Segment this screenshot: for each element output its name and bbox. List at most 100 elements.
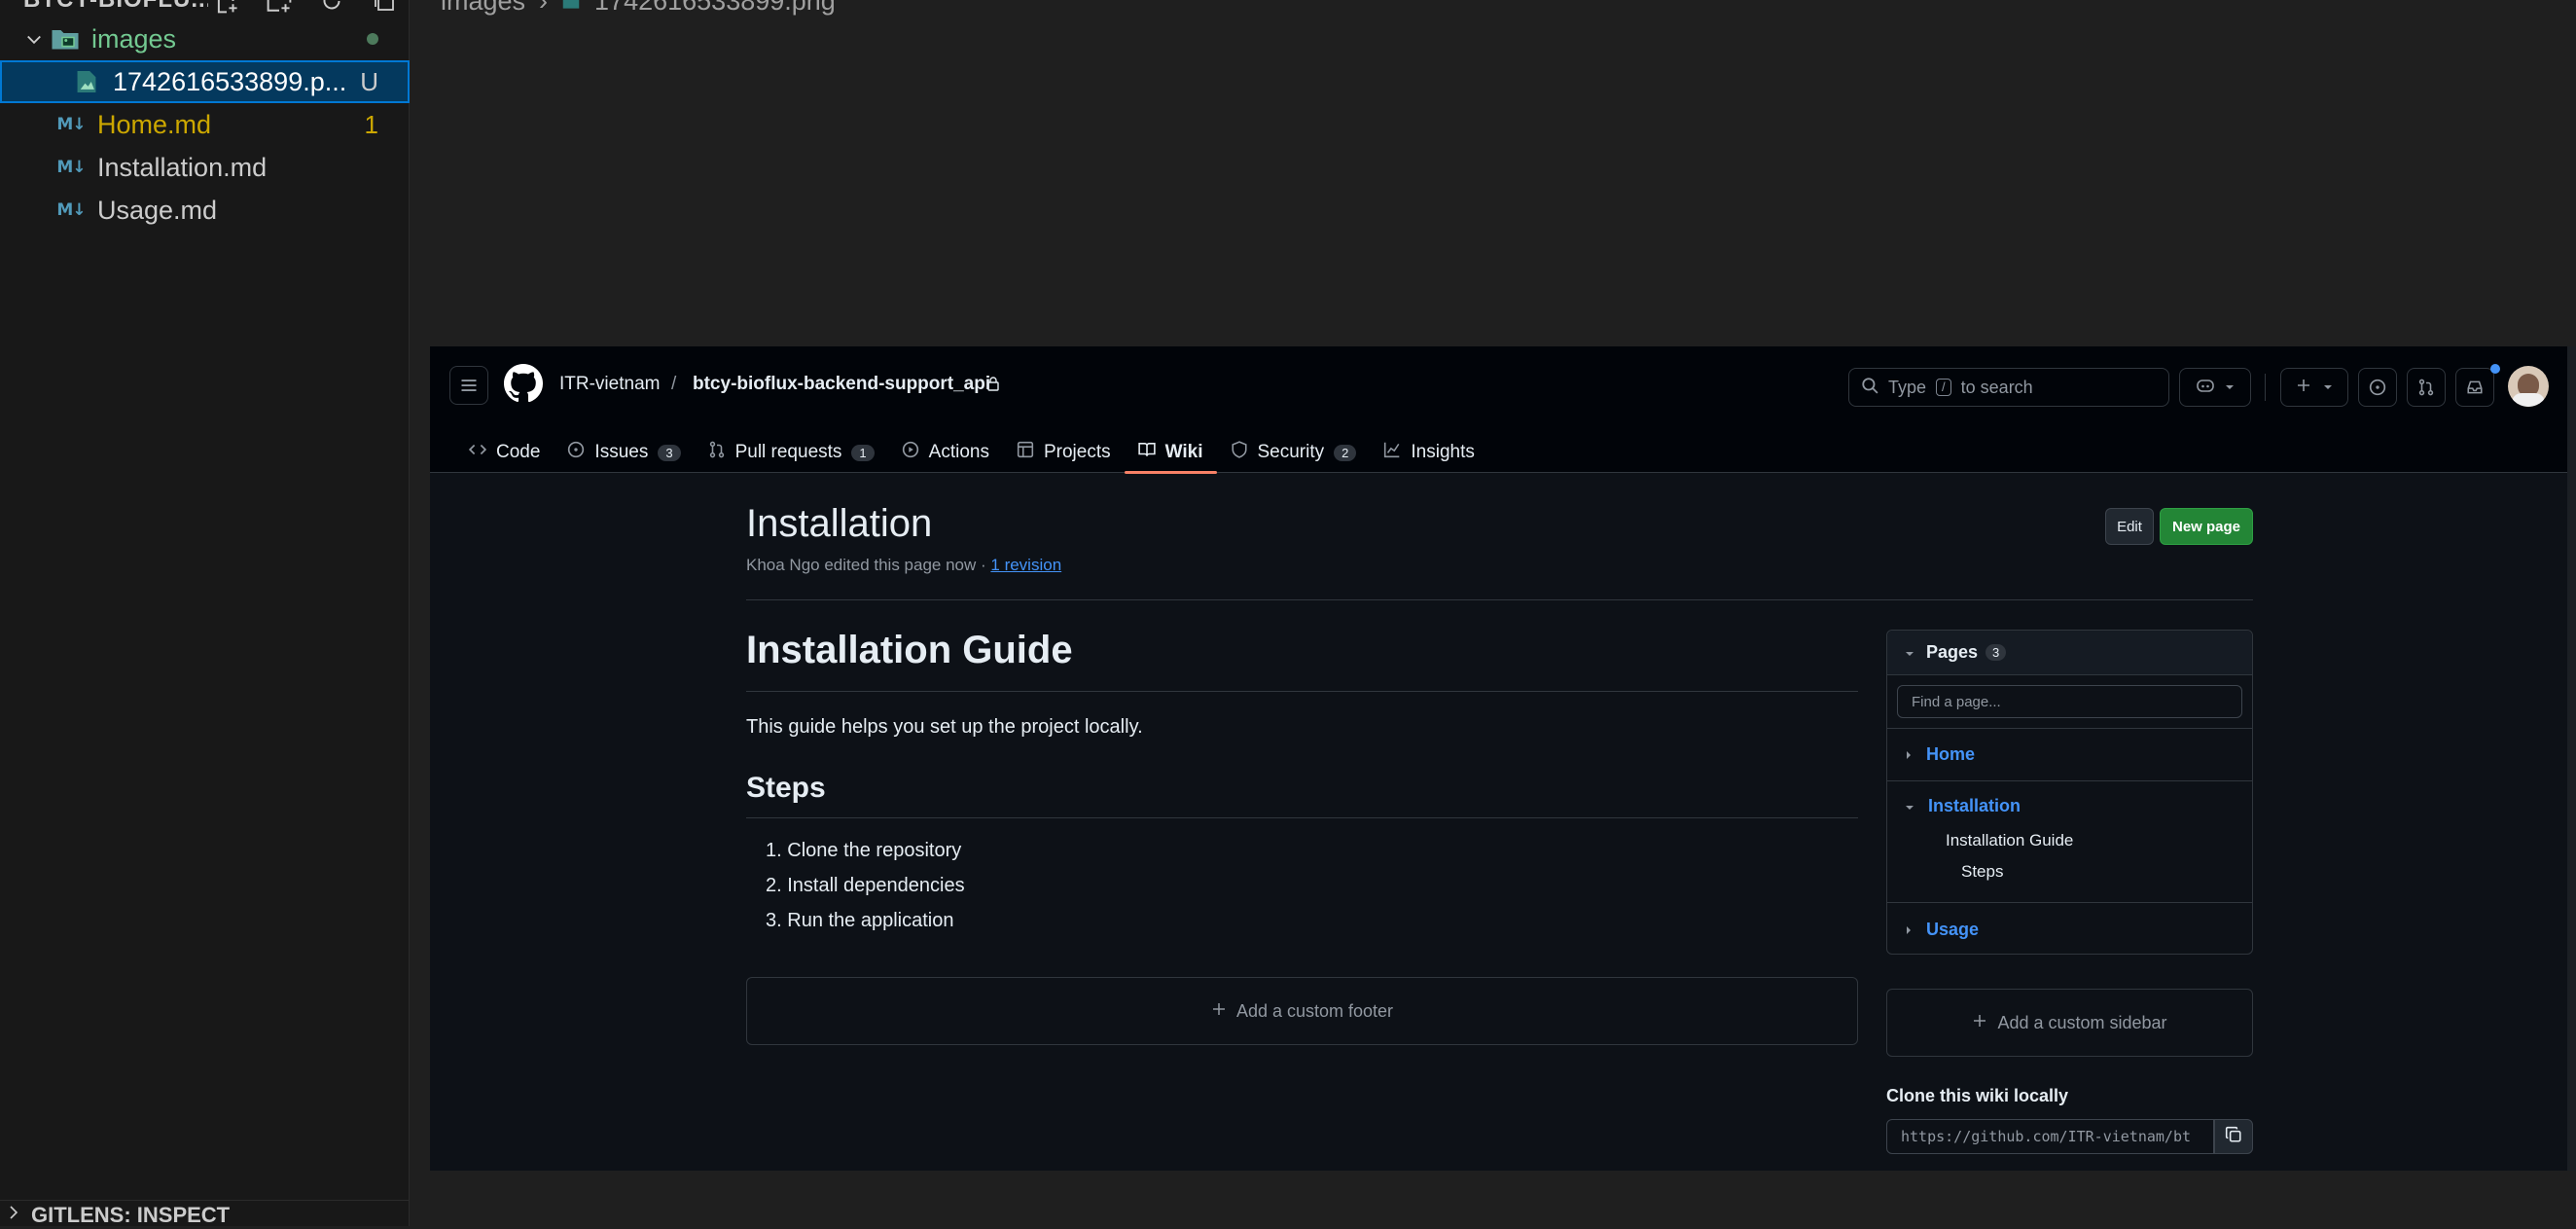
- page-item-installation[interactable]: Installation: [1887, 791, 2252, 820]
- repo-owner-link[interactable]: ITR-vietnam: [559, 374, 660, 395]
- copy-button[interactable]: [2214, 1119, 2253, 1154]
- security-count: 2: [1334, 444, 1357, 461]
- list-item: 2. Install dependencies: [766, 875, 965, 896]
- tree-label-usage: Usage.md: [97, 195, 218, 225]
- tree-file-usage[interactable]: M↓ Usage.md: [0, 189, 410, 232]
- tab-pull-requests-label: Pull requests: [734, 442, 842, 462]
- pull-requests-count: 1: [851, 444, 875, 461]
- issues-icon[interactable]: [2358, 368, 2397, 407]
- caret-right-icon: [1905, 920, 1913, 940]
- toc-item[interactable]: Steps: [1961, 862, 2003, 882]
- new-page-button[interactable]: New page: [2160, 508, 2253, 545]
- divider: [1887, 780, 2252, 781]
- content-heading-2: Steps: [746, 772, 826, 804]
- github-wiki-screenshot: ITR-vietnam / btcy-bioflux-backend-suppo…: [430, 346, 2576, 1171]
- image-file-icon: [561, 0, 581, 17]
- path-separator: /: [671, 374, 677, 394]
- tab-issues[interactable]: Issues 3: [554, 432, 694, 473]
- book-icon: [1137, 441, 1156, 464]
- divider: [1887, 728, 2252, 729]
- graph-icon: [1383, 441, 1401, 464]
- pages-count: 3: [1986, 644, 2007, 661]
- tab-insights[interactable]: Insights: [1370, 432, 1487, 473]
- code-icon: [468, 441, 487, 464]
- toc-item[interactable]: Installation Guide: [1946, 831, 2073, 850]
- avatar[interactable]: [2508, 366, 2549, 407]
- explorer-header: BTCY-BIOFLU...: [0, 0, 410, 18]
- heading-rule: [746, 817, 1858, 818]
- add-custom-sidebar-button[interactable]: Add a custom sidebar: [1886, 989, 2253, 1057]
- play-icon: [902, 441, 919, 464]
- image-file-icon: [70, 67, 103, 96]
- tab-code-label: Code: [496, 442, 541, 462]
- header-divider: [2265, 374, 2266, 401]
- tree-folder-images[interactable]: images: [0, 18, 410, 60]
- revision-link[interactable]: 1 revision: [990, 556, 1061, 574]
- repo-name-link[interactable]: btcy-bioflux-backend-support_api: [693, 374, 990, 395]
- chevron-right-icon: ›: [539, 0, 549, 16]
- hamburger-menu-icon[interactable]: [449, 366, 488, 405]
- shield-icon: [1231, 441, 1248, 464]
- markdown-icon: M↓: [56, 115, 86, 134]
- gitlens-inspect-section[interactable]: GITLENS: INSPECT: [0, 1200, 410, 1229]
- tree-file-installation[interactable]: M↓ Installation.md: [0, 146, 410, 189]
- tree-file-home[interactable]: M↓ Home.md 1: [0, 103, 410, 146]
- tree-label-home: Home.md: [97, 109, 212, 139]
- tab-pull-requests[interactable]: Pull requests 1: [695, 432, 888, 473]
- find-page-input[interactable]: Find a page...: [1897, 685, 2242, 718]
- copilot-button[interactable]: [2179, 368, 2251, 407]
- list-item: 1. Clone the repository: [766, 840, 962, 861]
- wiki-page-meta: Khoa Ngo edited this page now · 1 revisi…: [746, 556, 1061, 575]
- global-search-input[interactable]: Type / to search: [1848, 368, 2169, 407]
- tab-security[interactable]: Security 2: [1217, 432, 1371, 473]
- refresh-icon[interactable]: [317, 0, 346, 16]
- tab-wiki-label: Wiki: [1164, 442, 1203, 462]
- caret-down-icon: [1905, 796, 1914, 816]
- search-placeholder-prefix: Type: [1888, 377, 1927, 397]
- caret-down-icon: [1905, 642, 1914, 663]
- breadcrumb-file[interactable]: 1742616533899.png: [594, 0, 836, 17]
- content-heading-1: Installation Guide: [746, 629, 1073, 671]
- page-item-usage[interactable]: Usage: [1887, 915, 2252, 944]
- edit-info: Khoa Ngo edited this page now ·: [746, 556, 991, 574]
- page-item-home[interactable]: Home: [1887, 740, 2252, 769]
- markdown-icon: M↓: [56, 200, 86, 220]
- breadcrumb: images › 1742616533899.png: [441, 0, 836, 17]
- copilot-icon: [2196, 377, 2215, 399]
- tab-actions[interactable]: Actions: [888, 432, 1003, 473]
- chevron-down-icon: [19, 29, 49, 49]
- plus-icon: [2296, 378, 2311, 398]
- tab-projects[interactable]: Projects: [1003, 432, 1125, 473]
- markdown-icon: M↓: [56, 158, 86, 177]
- tab-wiki[interactable]: Wiki: [1124, 432, 1217, 474]
- edit-button[interactable]: Edit: [2105, 508, 2154, 545]
- tab-insights-label: Insights: [1411, 442, 1475, 462]
- copy-icon: [2225, 1126, 2242, 1148]
- inbox-icon[interactable]: [2455, 368, 2494, 407]
- github-logo-icon[interactable]: [504, 364, 544, 403]
- add-custom-footer-button[interactable]: Add a custom footer: [746, 977, 1858, 1045]
- tab-code[interactable]: Code: [455, 432, 554, 473]
- collapse-all-icon[interactable]: [370, 0, 399, 16]
- clone-url-input[interactable]: https://github.com/ITR-vietnam/bt: [1886, 1119, 2214, 1154]
- tree-file-image[interactable]: 1742616533899.p... U: [0, 60, 410, 103]
- problem-count-badge: 1: [364, 109, 378, 139]
- search-icon: [1861, 377, 1878, 399]
- list-item: 3. Run the application: [766, 910, 954, 931]
- untracked-badge: U: [360, 66, 378, 96]
- add-sidebar-label: Add a custom sidebar: [1997, 1012, 2167, 1032]
- create-new-button[interactable]: [2280, 368, 2348, 407]
- new-file-icon[interactable]: [212, 0, 241, 16]
- pull-requests-icon[interactable]: [2407, 368, 2446, 407]
- tree-label-images: images: [91, 23, 177, 54]
- new-folder-icon[interactable]: [265, 0, 294, 16]
- explorer-title: BTCY-BIOFLU...: [23, 0, 208, 14]
- issues-icon: [567, 441, 585, 464]
- divider: [1887, 902, 2252, 903]
- chevron-right-icon: [6, 1203, 21, 1228]
- add-footer-label: Add a custom footer: [1235, 1000, 1394, 1021]
- pages-header[interactable]: Pages 3: [1887, 631, 2252, 675]
- image-folder-icon: [49, 24, 82, 54]
- breadcrumb-folder[interactable]: images: [441, 0, 525, 17]
- wiki-page-title: Installation: [746, 502, 933, 545]
